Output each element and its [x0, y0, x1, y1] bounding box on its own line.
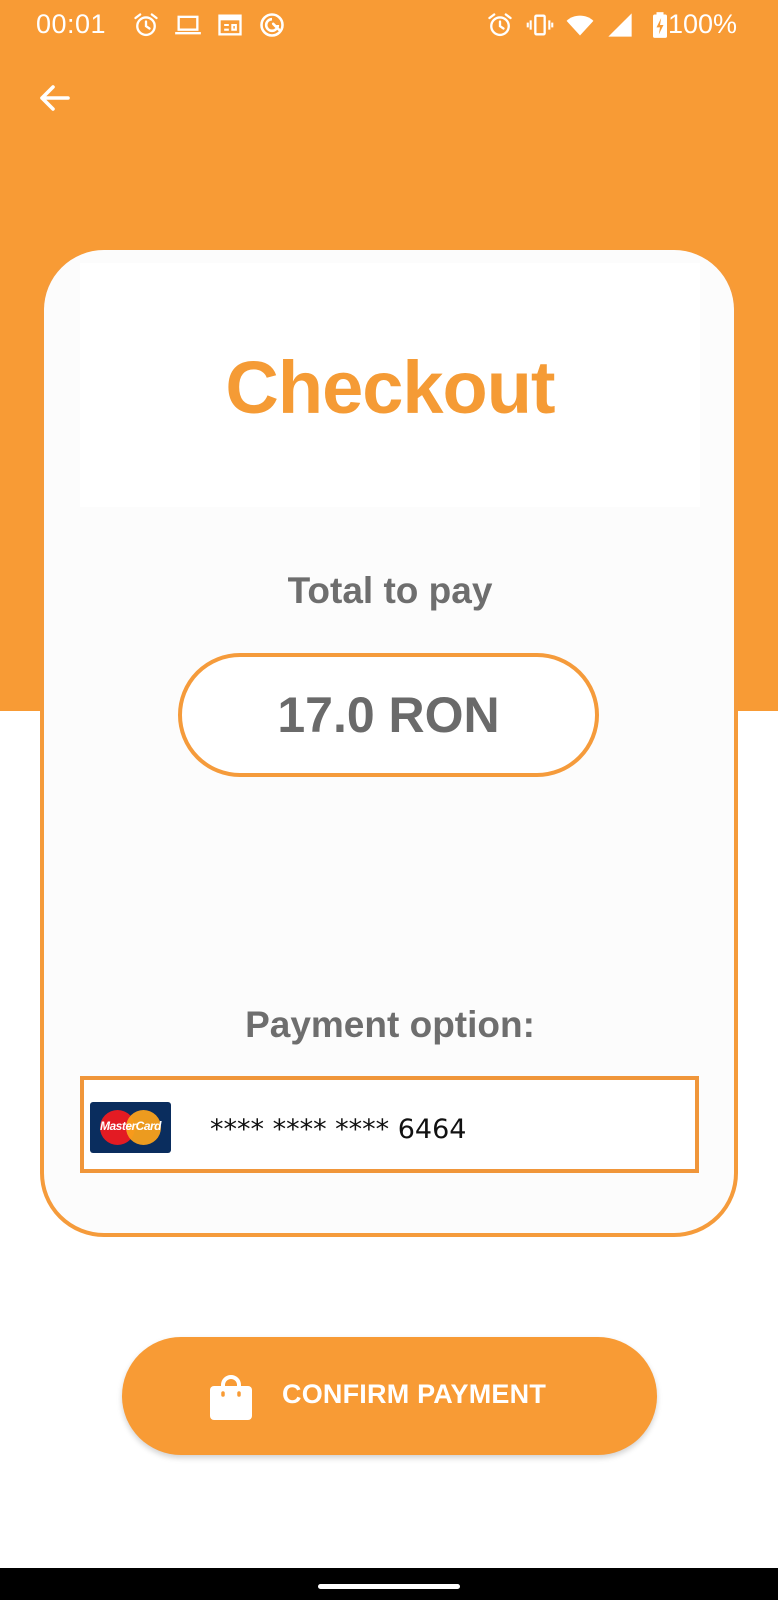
cellular-signal-icon [608, 13, 632, 37]
confirm-payment-label: CONFIRM PAYMENT [282, 1379, 547, 1409]
mastercard-logo-text: MasterCard [99, 1119, 162, 1133]
status-bar: 00:01 100% [0, 0, 778, 50]
back-arrow-icon[interactable] [34, 78, 74, 118]
status-right-icons [486, 11, 674, 39]
mastercard-logo-icon: MasterCard [90, 1102, 171, 1153]
app-notification-icon [260, 13, 284, 37]
alarm-icon [488, 13, 512, 37]
confirm-payment-button[interactable]: CONFIRM PAYMENT [122, 1337, 657, 1455]
total-amount-pill: 17.0 RON [178, 653, 599, 777]
shopping-bag-icon [210, 1375, 252, 1420]
wifi-icon [566, 15, 594, 36]
page-title: Checkout [225, 346, 555, 429]
home-indicator[interactable] [318, 1584, 460, 1589]
payment-option-card[interactable]: MasterCard **** **** **** 6464 [80, 1076, 699, 1173]
calendar-icon [218, 14, 242, 36]
alarm-icon [134, 13, 158, 37]
vibrate-icon [526, 14, 554, 36]
battery-percentage: 100% [668, 9, 738, 39]
total-label: Total to pay [287, 570, 493, 611]
total-amount: 17.0 RON [277, 687, 500, 743]
laptop-icon [175, 15, 201, 35]
status-left-icons [132, 11, 286, 39]
masked-card-number: **** **** **** 6464 [210, 1114, 467, 1145]
status-time: 00:01 [36, 9, 107, 39]
payment-option-label: Payment option: [245, 1004, 535, 1045]
